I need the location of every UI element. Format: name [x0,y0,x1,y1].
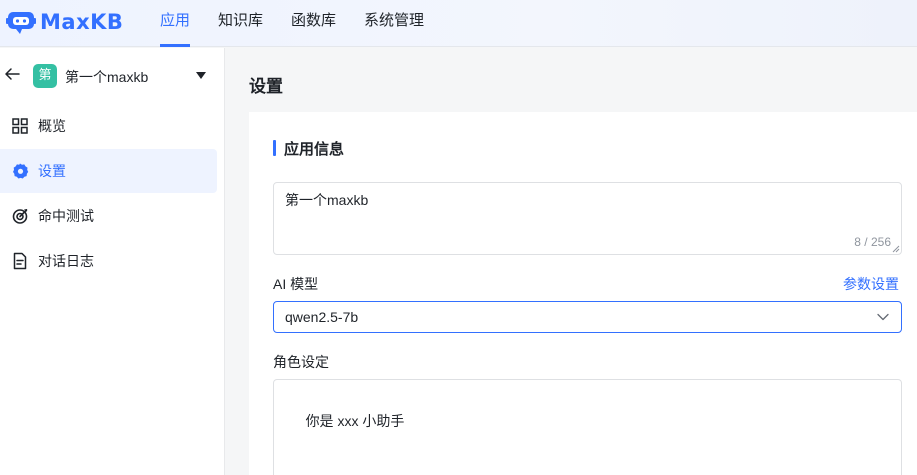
sidebar-item-chat-log[interactable]: 对话日志 [0,239,217,283]
back-arrow-icon[interactable] [4,66,20,82]
model-label: AI 模型 [273,276,319,292]
sidebar-item-settings[interactable]: 设置 [0,149,217,193]
app-name-field[interactable]: 第一个maxkb 8 / 256 [273,182,902,255]
settings-card: 应用信息 第一个maxkb 8 / 256 AI 模型 参数设置 qwen2.5… [249,112,917,475]
app-name: 第一个maxkb [65,69,149,85]
sidebar-menu: 概览 设置 命中测试 对话日志 [0,104,225,284]
sidebar-item-label: 设置 [38,163,66,179]
top-bar: MaxKB 应用 知识库 函数库 系统管理 [0,0,917,47]
app-name-value: 第一个maxkb [285,192,369,208]
app-avatar: 第 [33,64,57,88]
role-label: 角色设定 [273,354,329,370]
nav-item-knowledge[interactable]: 知识库 [218,0,263,47]
sidebar-item-label: 概览 [38,118,66,134]
target-icon [11,207,29,225]
nav-item-functions[interactable]: 函数库 [291,0,336,47]
robot-logo-icon [6,12,36,34]
chevron-down-icon [877,313,889,321]
char-counter: 8 / 256 [854,235,891,249]
section-title: 应用信息 [273,138,344,159]
brand-name: MaxKB [40,10,124,34]
model-select[interactable]: qwen2.5-7b [273,301,902,333]
role-setting-field[interactable]: 你是 xxx 小助手 [273,379,902,475]
document-icon [11,252,29,270]
nav-item-system[interactable]: 系统管理 [364,0,424,47]
nav-item-apps[interactable]: 应用 [160,0,191,47]
sidebar: 第 第一个maxkb 概览 设置 命中测试 对话日志 [0,48,225,475]
grid-icon [11,117,29,135]
page-title: 设置 [249,77,283,96]
app-header: 第 第一个maxkb [0,62,225,90]
sidebar-item-label: 对话日志 [38,253,94,269]
sidebar-item-overview[interactable]: 概览 [0,104,217,148]
model-select-value: qwen2.5-7b [285,309,359,325]
logo[interactable]: MaxKB [6,8,123,36]
role-setting-value: 你是 xxx 小助手 [305,413,405,429]
main-nav: 应用 知识库 函数库 系统管理 [160,0,452,47]
sidebar-item-hit-test[interactable]: 命中测试 [0,194,217,238]
caret-down-icon[interactable] [196,72,206,80]
resize-handle-icon[interactable] [892,245,900,253]
sidebar-item-label: 命中测试 [38,208,94,224]
gear-icon [11,162,29,180]
param-settings-link[interactable]: 参数设置 [843,274,899,294]
